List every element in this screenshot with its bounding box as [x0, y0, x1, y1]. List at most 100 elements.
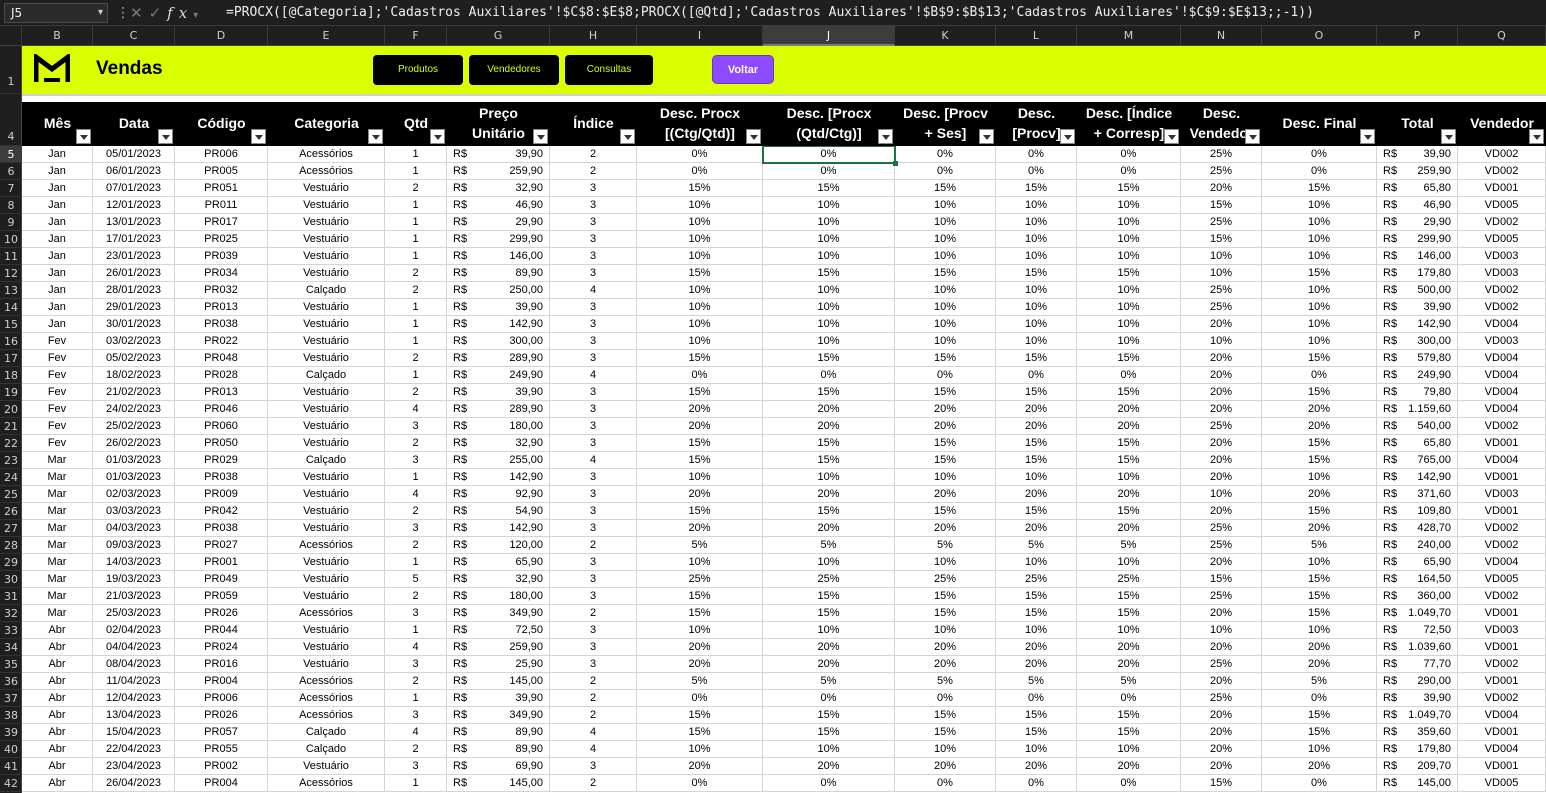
- table-cell[interactable]: 25%: [1181, 214, 1262, 230]
- table-cell[interactable]: 2: [550, 707, 637, 723]
- table-cell[interactable]: R$ 32,90: [447, 571, 550, 587]
- table-cell[interactable]: 10%: [895, 554, 996, 570]
- filter-dropdown-icon[interactable]: [979, 129, 994, 144]
- table-cell[interactable]: 03/03/2023: [93, 503, 175, 519]
- table-cell[interactable]: 20%: [1077, 639, 1181, 655]
- produtos-button[interactable]: Produtos: [373, 55, 463, 85]
- row-header-17[interactable]: 17: [0, 350, 22, 367]
- table-cell[interactable]: 10%: [1077, 316, 1181, 332]
- table-cell[interactable]: 15%: [1262, 265, 1377, 281]
- table-cell[interactable]: 20%: [763, 486, 895, 502]
- table-cell[interactable]: Jan: [22, 214, 93, 230]
- table-cell[interactable]: 17/01/2023: [93, 231, 175, 247]
- table-cell[interactable]: 10%: [1262, 231, 1377, 247]
- row-header-19[interactable]: 19: [0, 384, 22, 401]
- table-cell[interactable]: 10%: [1077, 622, 1181, 638]
- table-cell[interactable]: 5%: [763, 673, 895, 689]
- table-cell[interactable]: 15%: [1181, 775, 1262, 791]
- table-cell[interactable]: 15%: [763, 605, 895, 621]
- table-cell[interactable]: Abr: [22, 758, 93, 774]
- table-cell[interactable]: 15%: [1262, 384, 1377, 400]
- table-cell[interactable]: 3: [550, 435, 637, 451]
- table-cell[interactable]: 10%: [763, 231, 895, 247]
- table-cell[interactable]: Mar: [22, 469, 93, 485]
- table-cell[interactable]: Acessórios: [268, 775, 385, 791]
- table-cell[interactable]: 15%: [763, 384, 895, 400]
- table-cell[interactable]: R$ 250,00: [447, 282, 550, 298]
- table-cell[interactable]: 26/01/2023: [93, 265, 175, 281]
- enter-icon[interactable]: ✓: [149, 4, 168, 22]
- table-cell[interactable]: R$ 146,00: [447, 248, 550, 264]
- column-header-N[interactable]: N: [1181, 26, 1262, 46]
- table-cell[interactable]: 10%: [637, 554, 763, 570]
- table-cell[interactable]: 0%: [637, 690, 763, 706]
- table-cell[interactable]: PR042: [175, 503, 268, 519]
- table-cell[interactable]: 15%: [996, 265, 1077, 281]
- table-cell[interactable]: PR004: [175, 775, 268, 791]
- table-cell[interactable]: 15%: [996, 180, 1077, 196]
- table-cell[interactable]: 10%: [1262, 197, 1377, 213]
- table-cell[interactable]: 15%: [996, 724, 1077, 740]
- table-cell[interactable]: 20%: [1181, 724, 1262, 740]
- filter-dropdown-icon[interactable]: [878, 129, 893, 144]
- table-cell[interactable]: R$ 359,60: [1377, 724, 1458, 740]
- table-cell[interactable]: 3: [550, 622, 637, 638]
- table-cell[interactable]: 5%: [637, 673, 763, 689]
- table-cell[interactable]: 23/04/2023: [93, 758, 175, 774]
- table-cell[interactable]: R$ 65,90: [447, 554, 550, 570]
- table-cell[interactable]: Abr: [22, 724, 93, 740]
- table-cell[interactable]: Abr: [22, 707, 93, 723]
- table-cell[interactable]: 02/04/2023: [93, 622, 175, 638]
- table-cell[interactable]: Vestuário: [268, 554, 385, 570]
- table-cell[interactable]: 0%: [895, 367, 996, 383]
- table-cell[interactable]: R$ 259,90: [1377, 163, 1458, 179]
- table-cell[interactable]: 0%: [763, 690, 895, 706]
- table-cell[interactable]: 10%: [1262, 554, 1377, 570]
- table-cell[interactable]: R$ 259,90: [447, 639, 550, 655]
- table-cell[interactable]: 0%: [1077, 163, 1181, 179]
- table-cell[interactable]: 15%: [763, 503, 895, 519]
- table-cell[interactable]: 10%: [1181, 248, 1262, 264]
- table-cell[interactable]: 20%: [1181, 367, 1262, 383]
- table-cell[interactable]: Calçado: [268, 724, 385, 740]
- table-cell[interactable]: 3: [550, 231, 637, 247]
- row-header-36[interactable]: 36: [0, 673, 22, 690]
- row-header-33[interactable]: 33: [0, 622, 22, 639]
- table-cell[interactable]: 0%: [1262, 690, 1377, 706]
- table-cell[interactable]: R$ 142,90: [447, 316, 550, 332]
- table-cell[interactable]: 1: [385, 248, 447, 264]
- table-cell[interactable]: 10%: [996, 622, 1077, 638]
- table-cell[interactable]: 15%: [1077, 384, 1181, 400]
- table-cell[interactable]: Jan: [22, 180, 93, 196]
- table-cell[interactable]: R$ 180,00: [447, 418, 550, 434]
- table-cell[interactable]: 20%: [637, 758, 763, 774]
- table-cell[interactable]: R$ 72,50: [1377, 622, 1458, 638]
- table-cell[interactable]: 20%: [1181, 435, 1262, 451]
- table-cell[interactable]: Fev: [22, 333, 93, 349]
- table-cell[interactable]: 08/04/2023: [93, 656, 175, 672]
- table-cell[interactable]: 4: [385, 401, 447, 417]
- table-cell[interactable]: 15%: [895, 180, 996, 196]
- table-cell[interactable]: R$ 371,60: [1377, 486, 1458, 502]
- filter-dropdown-icon[interactable]: [1360, 129, 1375, 144]
- table-cell[interactable]: 15%: [1077, 180, 1181, 196]
- table-cell[interactable]: 30/01/2023: [93, 316, 175, 332]
- row-header-15[interactable]: 15: [0, 316, 22, 333]
- table-cell[interactable]: 3: [385, 520, 447, 536]
- table-cell[interactable]: 3: [550, 469, 637, 485]
- table-cell[interactable]: 15%: [637, 605, 763, 621]
- table-cell[interactable]: 1: [385, 554, 447, 570]
- table-cell[interactable]: PR028: [175, 367, 268, 383]
- table-cell[interactable]: 25%: [1077, 571, 1181, 587]
- table-cell[interactable]: PR005: [175, 163, 268, 179]
- table-cell[interactable]: 5: [385, 571, 447, 587]
- table-cell[interactable]: 0%: [1262, 163, 1377, 179]
- table-cell[interactable]: Jan: [22, 316, 93, 332]
- row-header-8[interactable]: 8: [0, 197, 22, 214]
- table-cell[interactable]: 20%: [996, 758, 1077, 774]
- table-cell[interactable]: 20%: [1262, 639, 1377, 655]
- table-cell[interactable]: 10%: [1077, 231, 1181, 247]
- table-cell[interactable]: R$ 145,00: [447, 775, 550, 791]
- table-cell[interactable]: Jan: [22, 248, 93, 264]
- table-cell[interactable]: Vestuário: [268, 520, 385, 536]
